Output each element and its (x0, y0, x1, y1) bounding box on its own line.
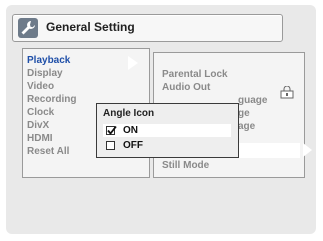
submenu-selection-arrow-icon (303, 143, 312, 157)
sub-item-audio-out[interactable]: Audio Out (162, 82, 210, 94)
sub-item-parental-lock[interactable]: Parental Lock (162, 69, 228, 81)
unchecked-checkbox-icon[interactable] (106, 141, 115, 150)
sub-item-still-mode[interactable]: Still Mode (162, 160, 209, 172)
menu-selection-arrow-icon (128, 56, 138, 70)
angle-icon-dialog: Angle Icon ON OFF (96, 103, 239, 158)
sub-item-angle-icon-highlight[interactable] (237, 143, 300, 158)
menu-item-recording[interactable]: Recording (27, 94, 76, 106)
menu-item-reset-all[interactable]: Reset All (27, 146, 69, 158)
menu-item-clock[interactable]: Clock (27, 107, 54, 119)
sub-item-stage[interactable]: age (238, 121, 255, 133)
menu-item-divx[interactable]: DivX (27, 120, 49, 132)
title-bar: General Setting (12, 14, 283, 42)
menu-item-display[interactable]: Display (27, 68, 63, 80)
sub-item-language[interactable]: guage (238, 95, 267, 107)
option-on[interactable]: ON (103, 124, 231, 137)
menu-item-playback[interactable]: Playback (27, 55, 70, 67)
option-off[interactable]: OFF (103, 139, 231, 152)
dialog-title: Angle Icon (103, 108, 155, 119)
checked-checkbox-icon[interactable] (106, 125, 117, 135)
option-label: OFF (123, 140, 143, 151)
sub-item-image[interactable]: ge (238, 108, 250, 120)
lock-icon (280, 86, 294, 99)
menu-item-video[interactable]: Video (27, 81, 54, 93)
option-label: ON (123, 125, 138, 136)
wrench-icon (18, 18, 38, 38)
menu-item-hdmi[interactable]: HDMI (27, 133, 53, 145)
page-title: General Setting (46, 20, 135, 34)
